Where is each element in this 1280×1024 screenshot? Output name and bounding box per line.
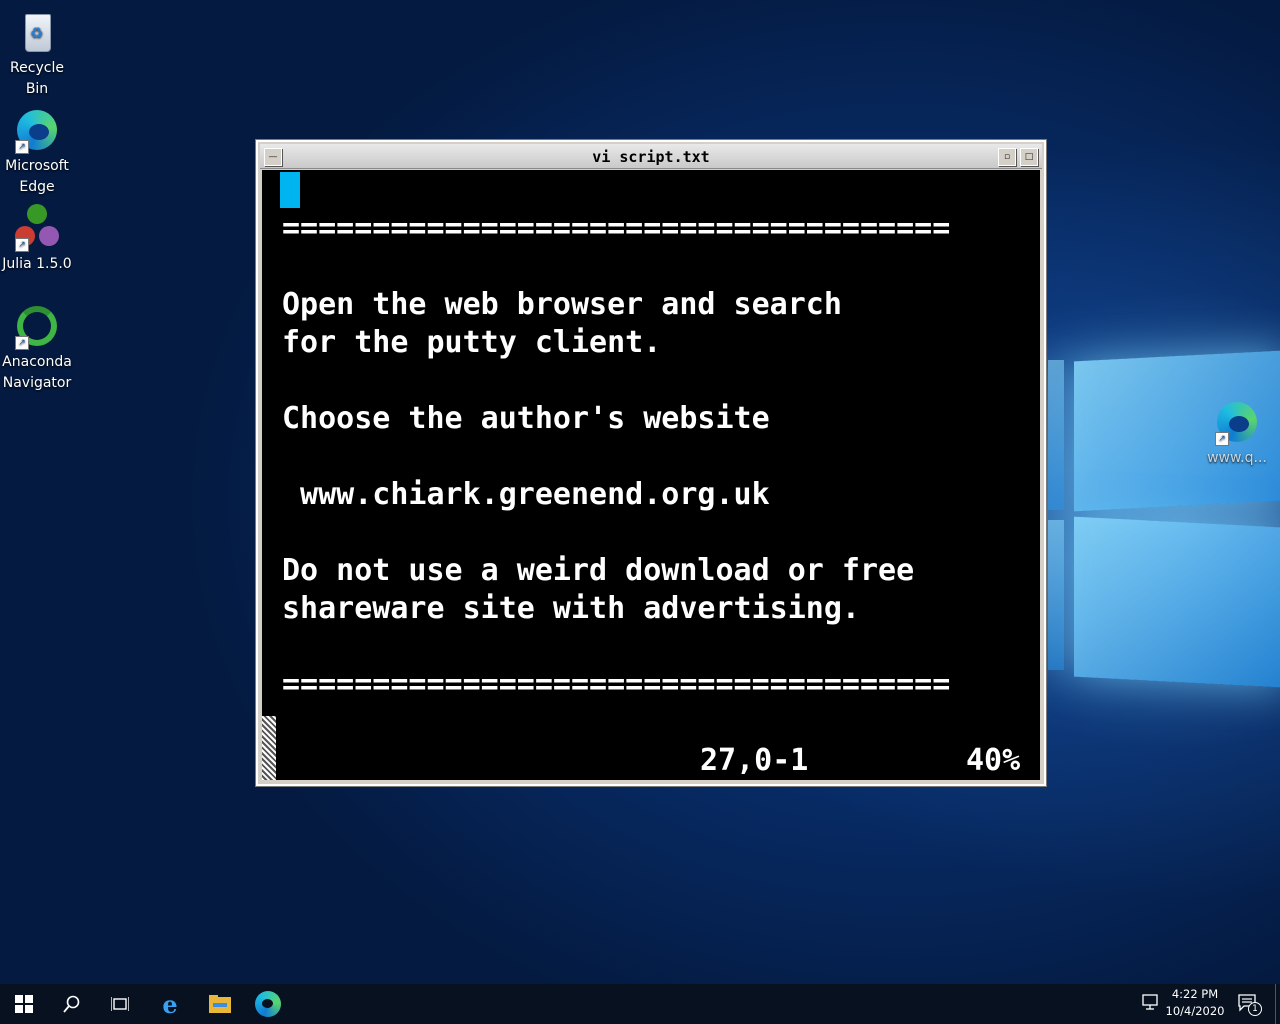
taskbar-edge[interactable] <box>244 984 292 1024</box>
julia-icon: ↗ <box>13 204 61 252</box>
start-button[interactable] <box>0 984 48 1024</box>
taskbar-file-explorer[interactable] <box>196 984 244 1024</box>
text-line: for the putty client. <box>282 325 662 360</box>
status-position: 27,0-1 <box>700 743 809 778</box>
clock-time: 4:22 PM <box>1171 987 1219 1001</box>
text-cursor <box>280 172 300 208</box>
notification-count-badge: 1 <box>1248 1002 1262 1016</box>
separator-line: ===================================== <box>282 211 951 246</box>
text-line: Choose the author's website <box>282 401 770 436</box>
edge-icon: ↗ <box>13 106 61 154</box>
task-view-button[interactable] <box>96 984 144 1024</box>
text-line: Do not use a weird download or free <box>282 553 915 588</box>
recycle-bin-icon <box>13 8 61 56</box>
vi-terminal-window[interactable]: — vi script.txt ▫ □ ====================… <box>256 140 1046 786</box>
desktop-icon-label: www.q... <box>1207 450 1267 466</box>
desktop-icon-anaconda-navigator[interactable]: ↗ Anaconda Navigator <box>0 302 74 394</box>
desktop-icon-julia[interactable]: ↗ Julia 1.5.0 <box>0 204 74 275</box>
clock-date: 10/4/2020 <box>1165 1004 1225 1018</box>
action-center-button[interactable]: 1 <box>1236 994 1262 1017</box>
windows-logo-pane <box>1048 520 1064 670</box>
text-line: shareware site with advertising. <box>282 591 860 626</box>
edge-shortcut-icon: ↗ <box>1213 398 1261 446</box>
text-line: www.chiark.greenend.org.uk <box>282 477 770 512</box>
clock[interactable]: 4:22 PM 10/4/2020 <box>1162 986 1228 1020</box>
desktop-icon-microsoft-edge[interactable]: ↗ Microsoft Edge <box>0 106 74 198</box>
status-percent: 40% <box>966 743 1021 778</box>
show-desktop-button[interactable] <box>1275 984 1280 1024</box>
terminal-content[interactable]: ===================================== Op… <box>262 170 1040 780</box>
windows-logo-pane <box>1074 516 1280 688</box>
desktop-icon-label: Recycle Bin <box>10 60 64 97</box>
window-title: vi script.txt <box>592 148 710 166</box>
internet-explorer-icon: e <box>162 989 178 1019</box>
maximize-button[interactable]: □ <box>1020 148 1038 166</box>
network-icon[interactable] <box>1138 994 1162 1015</box>
task-view-icon <box>111 997 129 1011</box>
scrollbar-grip[interactable] <box>262 716 276 780</box>
search-icon <box>63 995 80 1013</box>
taskbar-internet-explorer[interactable]: e <box>146 984 194 1024</box>
iconify-button[interactable]: ▫ <box>998 148 1016 166</box>
desktop-icon-label: Microsoft Edge <box>5 158 69 195</box>
separator-line: ===================================== <box>282 667 951 702</box>
anaconda-icon: ↗ <box>13 302 61 350</box>
desktop-icon-recycle-bin[interactable]: Recycle Bin <box>0 8 74 100</box>
windows-logo-pane <box>1048 360 1064 510</box>
file-explorer-icon <box>209 995 231 1013</box>
windows-start-icon <box>15 995 33 1013</box>
desktop-icon-label: Julia 1.5.0 <box>2 256 72 272</box>
desktop-icon-edge-shortcut[interactable]: ↗ www.q... <box>1200 398 1274 469</box>
edge-icon <box>255 991 281 1017</box>
search-button[interactable] <box>48 984 96 1024</box>
desktop-icon-label: Anaconda Navigator <box>2 354 72 391</box>
taskbar: e 4:22 PM 10/4/2020 1 <box>0 984 1280 1024</box>
text-line: Open the web browser and search <box>282 287 842 322</box>
window-titlebar[interactable]: — vi script.txt ▫ □ <box>260 144 1042 169</box>
